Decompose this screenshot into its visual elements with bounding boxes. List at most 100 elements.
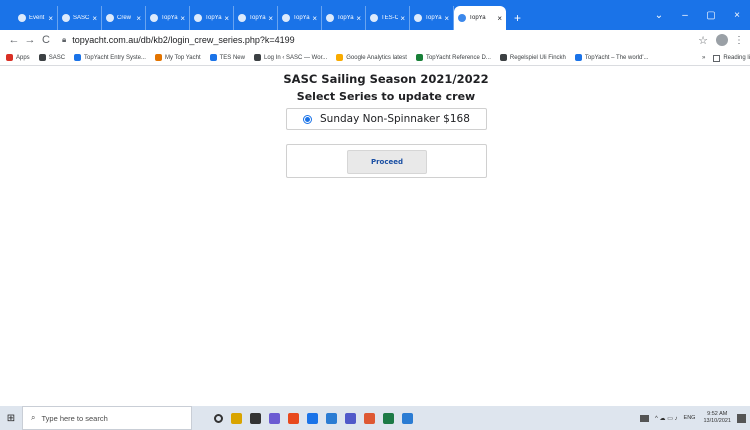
tab-title: SASC [73,15,90,21]
browser-tab[interactable]: TopYa × [322,6,366,30]
taskbar-app-icon[interactable] [307,412,318,424]
bookmark-item[interactable]: TopYacht Reference D... [415,54,491,61]
bookmark-favicon-icon [499,54,507,61]
bookmark-star-icon[interactable]: ☆ [698,34,708,47]
tab-close-icon[interactable]: × [312,14,317,23]
bookmark-label: Log In ‹ SASC — Wor... [263,54,328,61]
tab-favicon-icon [458,14,466,22]
keyboard-icon[interactable] [640,414,650,422]
reading-list-icon [713,54,721,62]
proceed-panel: Proceed [286,144,487,178]
tab-title: TopYa [469,15,486,21]
tab-close-icon[interactable]: × [356,14,361,23]
windows-start-icon[interactable]: ⊞ [0,413,22,424]
tab-close-icon[interactable]: × [444,14,449,23]
tab-close-icon[interactable]: × [224,14,229,23]
address-bar[interactable]: 🔒︎ topyacht.com.au/db/kb2/login_crew_ser… [62,32,698,48]
reload-button[interactable]: C [38,34,54,46]
radio-selected-dot [305,116,310,122]
tab-title: TopYa [337,15,354,21]
language-indicator[interactable]: ENG [684,415,696,421]
taskbar-app-icon[interactable] [269,412,280,424]
tab-title: TopYa [161,15,178,21]
bookmark-label: TopYacht Reference D... [425,54,491,61]
bookmark-item[interactable]: Apps [6,54,30,61]
browser-tab[interactable]: TES-Cr× [366,6,410,30]
bookmark-item[interactable]: My Top Yacht [154,54,201,61]
series-option-row[interactable]: Sunday Non-Spinnaker $168 [286,108,487,130]
bookmark-item[interactable]: Log In ‹ SASC — Wor... [253,54,328,61]
tab-close-icon[interactable]: × [268,14,273,23]
page-title: SASC Sailing Season 2021/2022 [283,72,489,86]
taskbar-app-icon[interactable] [250,412,261,424]
browser-tab[interactable]: SASC × [58,6,102,30]
tab-close-icon[interactable]: × [400,14,405,23]
taskbar-search-box[interactable]: ⌕ Type here to search [22,406,192,430]
bookmark-favicon-icon [38,54,46,61]
page-subtitle: Select Series to update crew [296,90,476,103]
bookmarks-bar: Apps SASC TopYacht Entry Syste... My Top Ya… [0,50,750,66]
series-radio-button[interactable] [303,114,312,124]
tab-favicon-icon [282,14,290,22]
tab-favicon-icon [326,14,334,22]
bookmark-favicon-icon [253,54,261,61]
tab-close-icon[interactable]: × [92,14,97,23]
taskbar-app-icon[interactable] [231,412,242,424]
new-tab-button[interactable]: + [506,6,529,30]
taskbar-search-placeholder: Type here to search [41,413,108,423]
back-button[interactable]: ← [6,34,22,46]
tab-close-icon[interactable]: × [136,14,141,23]
proceed-button[interactable]: Proceed [347,150,427,174]
taskbar-app-icon[interactable] [326,412,337,424]
clock[interactable]: 9:52 AM 13/10/2021 [703,411,731,425]
browser-tab[interactable]: Event × [14,6,58,30]
taskbar-app-icon[interactable] [383,412,394,424]
browser-tab[interactable]: TopYa × [454,6,506,30]
tab-close-icon[interactable]: × [180,14,185,23]
reading-list-button[interactable]: Reading li [723,55,750,61]
bookmark-item[interactable]: TopYacht Entry Syste... [74,54,146,61]
browser-toolbar: ← → C 🔒︎ topyacht.com.au/db/kb2/login_cr… [0,30,750,50]
bookmark-item[interactable]: TopYacht – The world'... [574,54,649,61]
close-window-button[interactable]: × [724,10,750,21]
tab-favicon-icon [414,14,422,22]
browser-tab[interactable]: TopYa × [410,6,454,30]
cortana-icon[interactable] [214,413,223,423]
tab-title: TES-Cr [381,15,398,21]
tab-close-icon[interactable]: × [497,14,502,23]
taskbar-app-icon[interactable] [345,412,356,424]
tray-icons[interactable]: ^ ☁ ▭ ♪ [655,415,678,422]
notifications-icon[interactable] [737,413,746,423]
tab-close-icon[interactable]: × [48,14,53,23]
menu-icon[interactable]: ⋮ [734,35,744,46]
browser-tab[interactable]: Crew × [102,6,146,30]
browser-tab[interactable]: TopYa × [146,6,190,30]
bookmark-item[interactable]: Regelspiel Uli Finckh [499,54,566,61]
taskbar-app-icon[interactable] [402,412,413,424]
page-content: SASC Sailing Season 2021/2022 Select Ser… [0,66,750,406]
profile-avatar[interactable] [716,34,728,46]
tab-title: Crew [117,15,132,21]
bookmark-item[interactable]: SASC [38,54,65,61]
tab-search-icon[interactable]: ⌄ [646,10,672,21]
browser-tab[interactable]: TopYa × [190,6,234,30]
tab-favicon-icon [18,14,26,22]
maximize-button[interactable]: ▢ [698,10,724,21]
bookmarks-overflow-button[interactable]: » [702,55,705,61]
bookmark-item[interactable]: Google Analytics latest [336,54,407,61]
bookmark-favicon-icon [574,54,582,61]
windows-taskbar: ⊞ ⌕ Type here to search ^ ☁ ▭ ♪ ENG 9:52… [0,406,750,430]
taskbar-app-icon[interactable] [364,412,375,424]
bookmark-label: TopYacht – The world'... [584,54,649,61]
minimize-button[interactable]: – [672,10,698,21]
browser-tab[interactable]: TopYa × [234,6,278,30]
tab-favicon-icon [194,14,202,22]
series-option-label[interactable]: Sunday Non-Spinnaker $168 [320,113,470,125]
tab-favicon-icon [150,14,158,22]
bookmark-item[interactable]: TES New [209,54,245,61]
taskbar-app-icon[interactable] [288,412,299,424]
bookmark-favicon-icon [336,54,344,61]
browser-tab[interactable]: TopYa × [278,6,322,30]
forward-button[interactable]: → [22,34,38,46]
tab-favicon-icon [238,14,246,22]
